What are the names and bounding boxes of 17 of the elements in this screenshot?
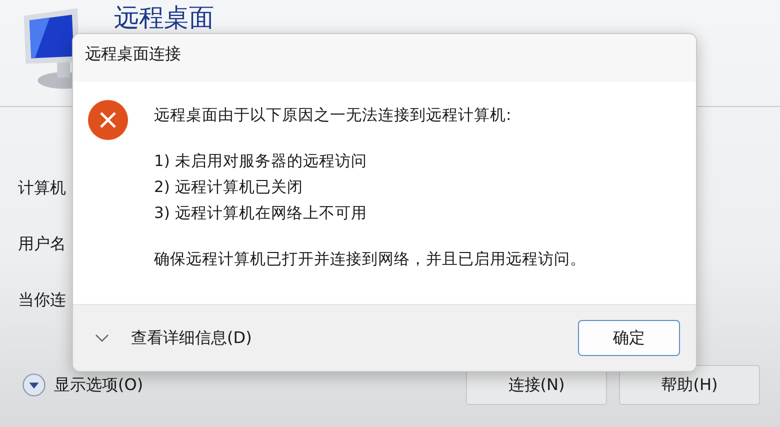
reason-text: 3) 远程计算机在网络上不可用 bbox=[154, 203, 368, 224]
ok-button[interactable]: 确定 bbox=[578, 320, 680, 356]
field-label: 计算机 bbox=[18, 179, 66, 197]
dialog-title: 远程桌面连接 bbox=[73, 34, 696, 82]
advice-text: 确保远程计算机已打开并连接到网络，并且已启用远程访问。 bbox=[154, 249, 586, 270]
window-title: 远程桌面 bbox=[114, 4, 214, 31]
details-toggle[interactable]: 查看详细信息(D) bbox=[131, 328, 252, 348]
show-options-link[interactable]: 显示选项(O) bbox=[54, 374, 144, 396]
error-message: 远程桌面由于以下原因之一无法连接到远程计算机: bbox=[154, 105, 512, 126]
chevron-icon[interactable] bbox=[95, 333, 109, 343]
field-label: 当你连 bbox=[18, 291, 66, 309]
expand-icon[interactable] bbox=[22, 373, 46, 397]
reason-text: 2) 远程计算机已关闭 bbox=[154, 177, 304, 198]
field-label: 用户名 bbox=[18, 235, 66, 253]
error-icon bbox=[88, 100, 128, 140]
reason-text: 1) 未启用对服务器的远程访问 bbox=[154, 151, 368, 172]
window-button[interactable]: 帮助(H) bbox=[619, 365, 760, 405]
